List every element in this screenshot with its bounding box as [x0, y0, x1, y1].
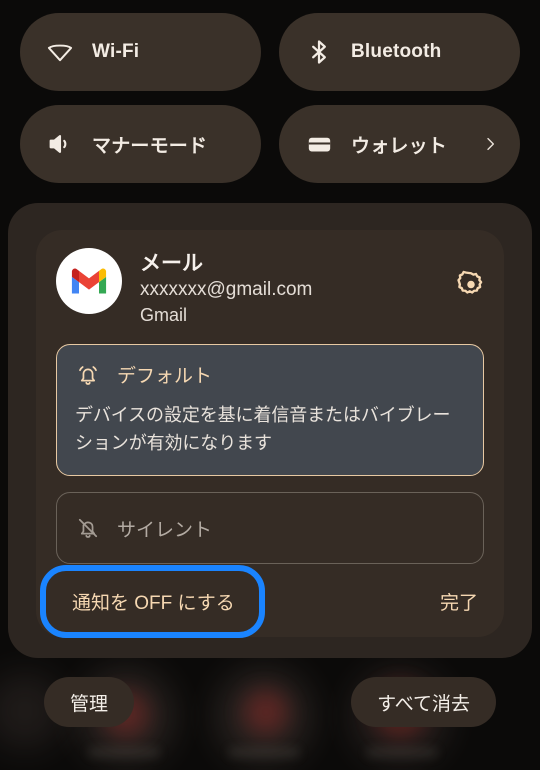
- quick-tile-bluetooth[interactable]: Bluetooth: [279, 13, 520, 91]
- gear-icon[interactable]: [456, 270, 486, 300]
- chevron-right-icon: [482, 136, 498, 152]
- notification-shade: メール xxxxxxx@gmail.com Gmail デフォルト デバイスの設…: [8, 203, 532, 658]
- gmail-icon: [56, 248, 122, 314]
- quick-tile-label: Wi-Fi: [92, 41, 140, 62]
- channel-option-title: デフォルト: [117, 366, 213, 387]
- quick-settings-row-2: マナーモード ウォレット: [20, 105, 520, 183]
- bell-ringing-icon: [75, 362, 101, 388]
- channel-option-description: デバイスの設定を基に着信音またはバイブレーションが有効になります: [75, 405, 451, 453]
- done-button[interactable]: 完了: [434, 578, 484, 625]
- quick-tile-label: マナーモード: [92, 135, 208, 157]
- notification-app-name: メール: [140, 252, 203, 275]
- channel-option-silent[interactable]: サイレント: [56, 492, 484, 564]
- quick-tile-wallet[interactable]: ウォレット: [279, 105, 520, 183]
- wifi-icon: [46, 38, 74, 66]
- wallet-icon: [305, 130, 333, 158]
- manage-button[interactable]: 管理: [44, 677, 135, 727]
- quick-tile-label: Bluetooth: [351, 41, 442, 62]
- volume-icon: [46, 130, 74, 158]
- channel-option-heading: デフォルト: [75, 361, 465, 388]
- turn-off-notifications-button[interactable]: 通知を OFF にする: [40, 564, 265, 638]
- notification-header: メール xxxxxxx@gmail.com Gmail: [56, 248, 484, 328]
- channel-option-title: サイレント: [117, 519, 213, 541]
- bg-label-blur: [228, 748, 300, 757]
- channel-option-default[interactable]: デフォルト デバイスの設定を基に着信音またはバイブレーションが有効になります: [56, 344, 484, 476]
- turn-off-notifications-label: 通知を OFF にする: [72, 592, 235, 614]
- notification-source-app: Gmail: [140, 305, 188, 325]
- bluetooth-icon: [305, 38, 333, 66]
- quick-settings-panel: Wi-Fi Bluetooth マナーモード ウォレット: [0, 0, 540, 197]
- quick-tile-wifi[interactable]: Wi-Fi: [20, 13, 261, 91]
- bg-label-blur: [88, 748, 160, 757]
- quick-settings-row-1: Wi-Fi Bluetooth: [20, 13, 520, 91]
- channel-option-heading: サイレント: [75, 515, 212, 542]
- clear-all-button[interactable]: すべて消去: [351, 677, 496, 727]
- notification-app-info: メール xxxxxxx@gmail.com Gmail: [140, 248, 312, 328]
- shade-bottom-actions: 管理 すべて消去: [0, 672, 540, 732]
- bg-label-blur: [366, 748, 438, 757]
- quick-tile-ringmode[interactable]: マナーモード: [20, 105, 261, 183]
- notification-footer-actions: 通知を OFF にする 完了: [36, 564, 504, 638]
- bell-off-icon: [75, 515, 101, 541]
- quick-tile-label: ウォレット: [351, 135, 448, 157]
- notification-account-email: xxxxxxx@gmail.com: [140, 279, 313, 300]
- notification-channel-settings-card: メール xxxxxxx@gmail.com Gmail デフォルト デバイスの設…: [36, 230, 504, 638]
